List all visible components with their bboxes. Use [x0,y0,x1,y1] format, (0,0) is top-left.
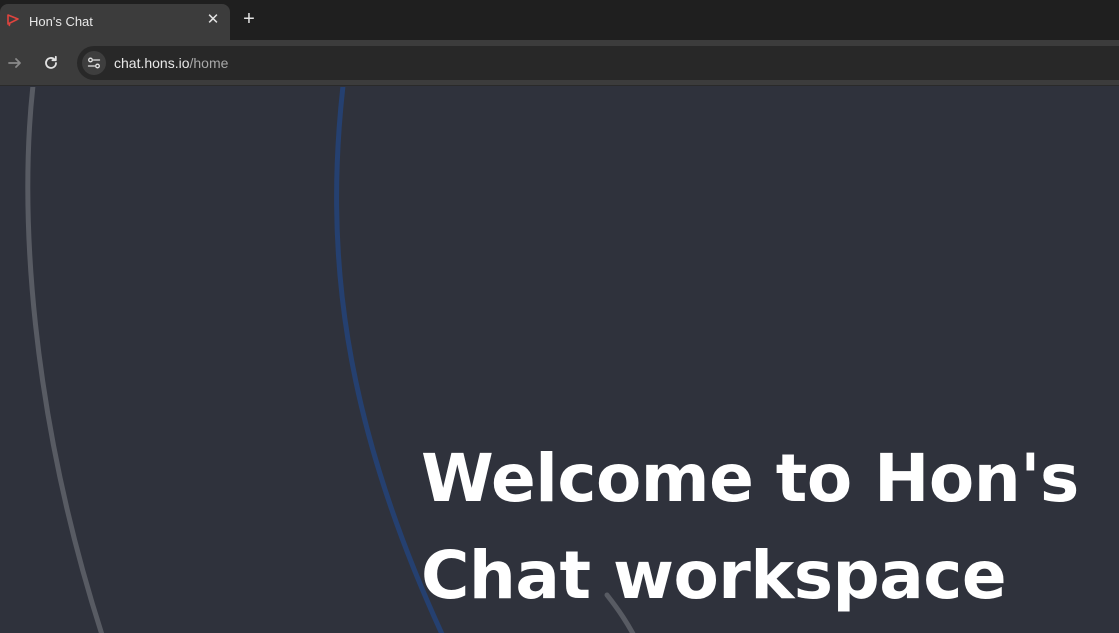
tab-strip: Hon's Chat ✕ + [0,0,1119,40]
chat-logo-icon [7,14,19,27]
headline-line-2: Chat workspace [421,537,1007,614]
page-content: Welcome to Hon's Chat workspace [0,87,1119,633]
forward-button[interactable] [3,51,27,75]
site-settings-icon [87,57,101,69]
grey-arc-left [25,87,105,633]
plus-icon[interactable]: + [238,8,260,30]
address-bar[interactable]: chat.hons.io/home [77,46,1119,80]
url-path: /home [189,55,229,71]
site-info-button[interactable] [82,51,106,75]
browser-window: Hon's Chat ✕ + chat.hons.io/home Welcome… [0,0,1119,633]
reload-button[interactable] [39,51,63,75]
close-icon[interactable]: ✕ [204,11,222,29]
welcome-headline: Welcome to Hon's Chat workspace [421,430,1111,624]
reload-icon [45,55,57,69]
arrow-right-icon [8,58,21,68]
tab-title: Hon's Chat [29,14,93,29]
url-text[interactable]: chat.hons.io/home [114,55,228,71]
url-host: chat.hons.io [114,55,190,71]
tab-hons-chat[interactable]: Hon's Chat ✕ [0,4,230,40]
browser-toolbar: chat.hons.io/home [0,40,1119,86]
headline-line-1: Welcome to Hon's [421,440,1079,517]
